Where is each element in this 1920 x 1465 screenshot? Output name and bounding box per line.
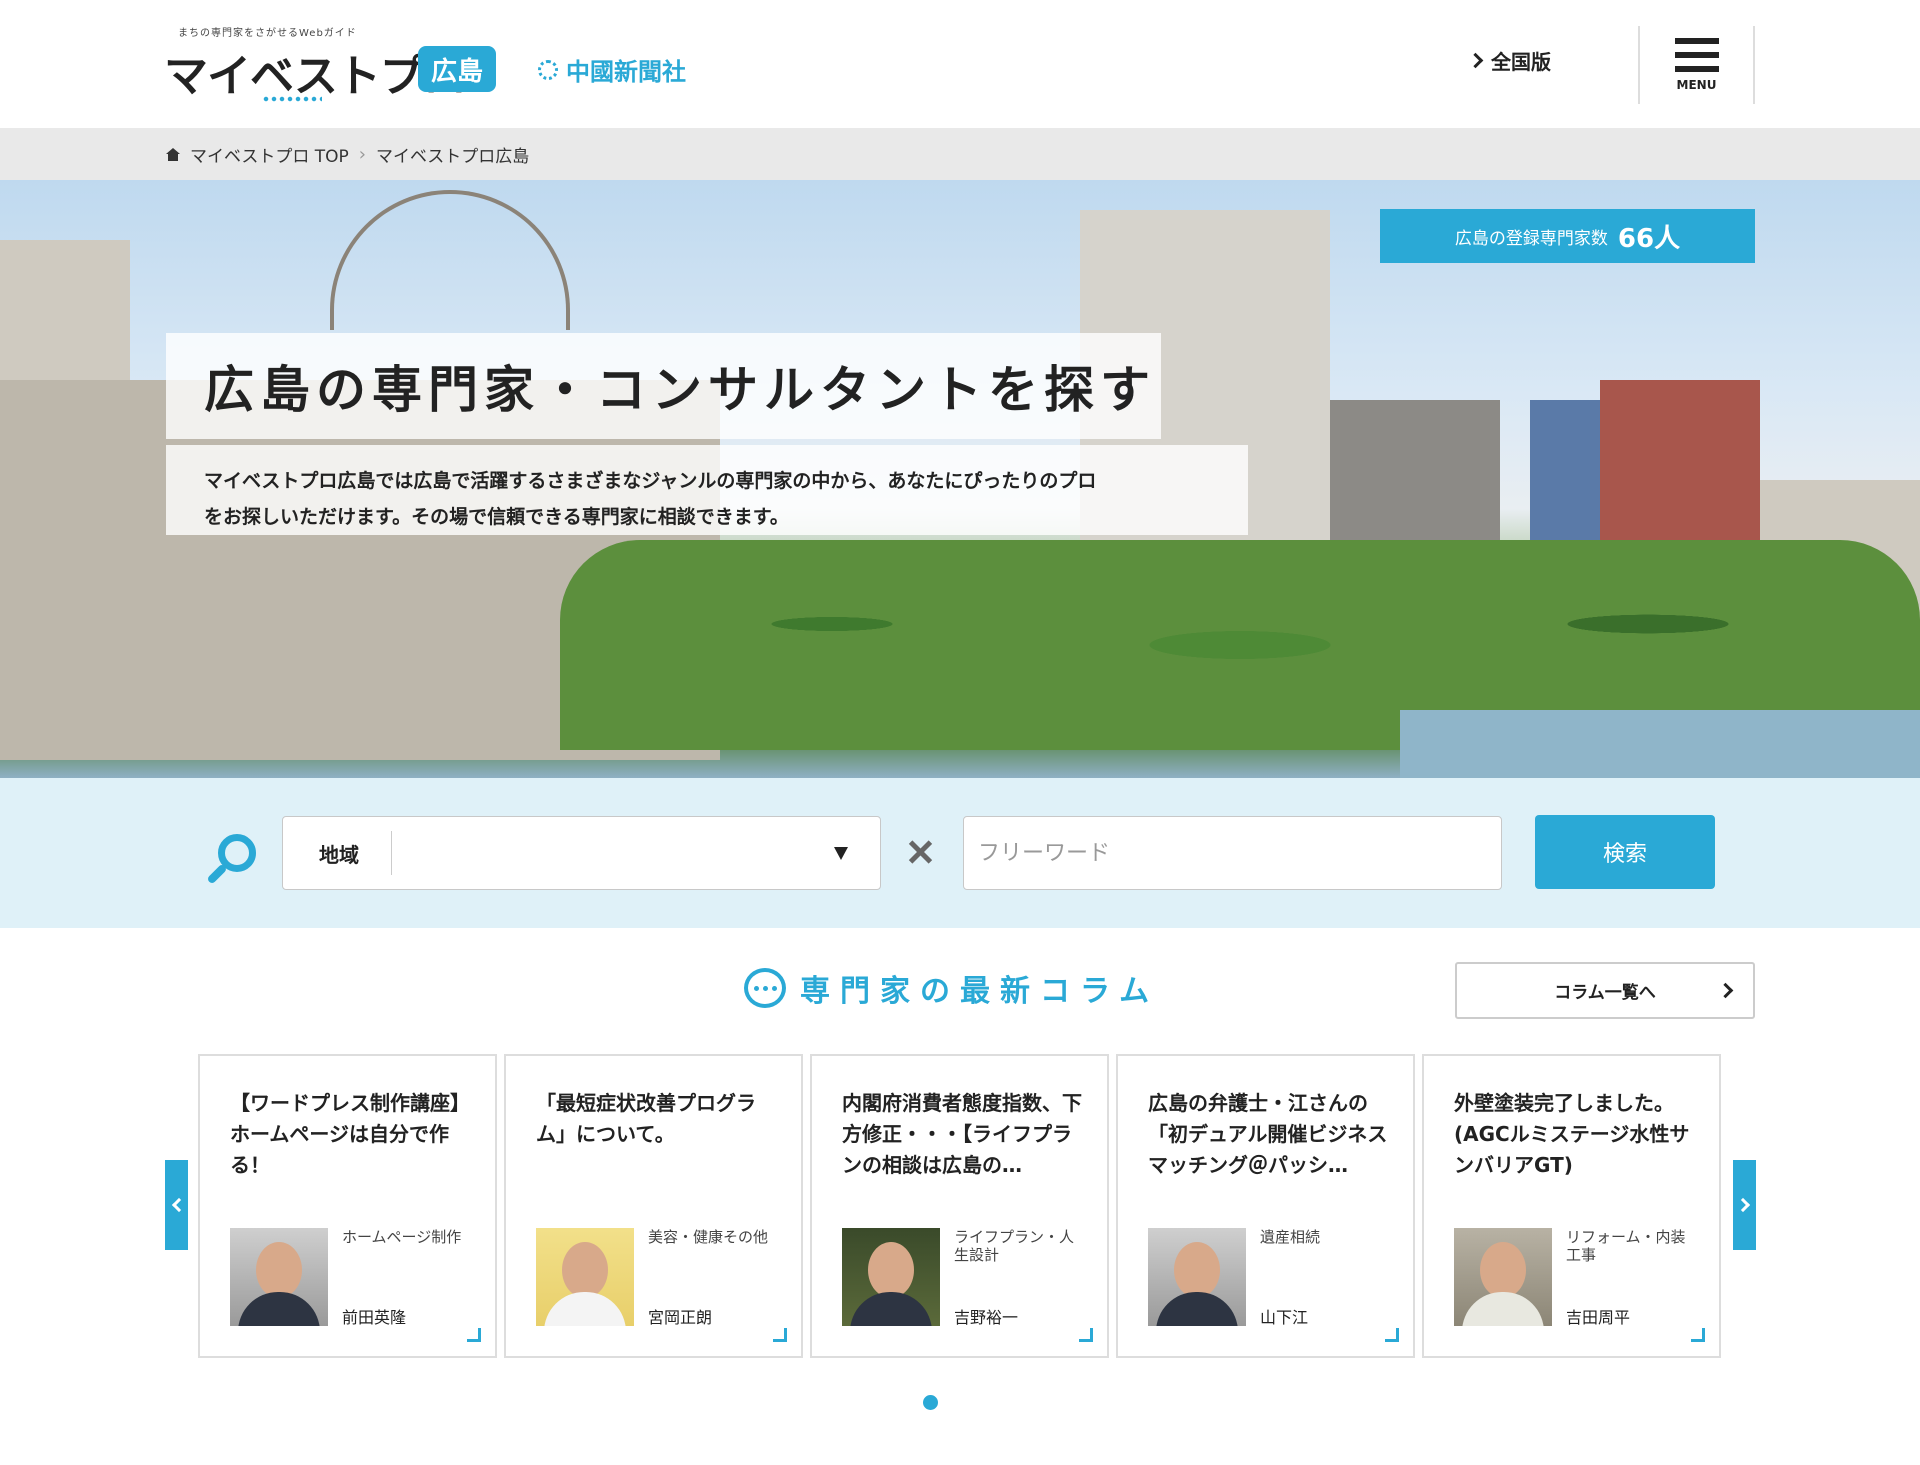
column-card-title: 【ワードプレス制作講座】ホームページは自分で作る！ <box>230 1091 470 1177</box>
region-badge[interactable]: 広島 <box>418 46 496 92</box>
partner-logo[interactable]: 中國新聞社 <box>538 52 686 87</box>
column-card[interactable]: 【ワードプレス制作講座】ホームページは自分で作る！ ホームページ制作 前田英隆 <box>198 1054 497 1358</box>
hero-background-building-3 <box>1530 400 1600 550</box>
expert-count-value: 66人 <box>1617 223 1681 254</box>
expert-photo <box>842 1228 940 1326</box>
section-title: 専門家の最新コラム <box>744 966 1159 1010</box>
column-card-title: 外壁塗装完了しました。(AGCルミステージ水性サンバリアGT) <box>1454 1091 1690 1177</box>
column-list-button[interactable]: コラム一覧へ <box>1455 962 1755 1019</box>
region-select[interactable]: 地域 <box>282 816 881 890</box>
expert-name: 山下江 <box>1260 1308 1309 1327</box>
carousel-pager-dot[interactable] <box>923 1395 938 1410</box>
expert-count-badge: 広島の登録専門家数 66人 <box>1380 209 1755 263</box>
hero-background-building-4 <box>1600 380 1760 540</box>
chat-bubble-icon <box>744 968 786 1008</box>
national-version-link[interactable]: 全国版 <box>1467 46 1551 75</box>
column-card-title: 広島の弁護士・江さんの「初デュアル開催ビジネスマッチング＠パッシ… <box>1148 1091 1388 1177</box>
column-list-button-label: コラム一覧へ <box>1554 983 1656 1003</box>
hero-description: マイベストプロ広島では広島で活躍するさまざまなジャンルの専門家の中から、あなたに… <box>166 445 1248 535</box>
hero-description-line-1: マイベストプロ広島では広島で活躍するさまざまなジャンルの専門家の中から、あなたに… <box>204 470 1097 492</box>
expert-name: 前田英隆 <box>342 1308 407 1327</box>
home-icon <box>166 147 180 161</box>
hero-banner: 広島の登録専門家数 66人 広島の専門家・コンサルタントを探す マイベストプロ広… <box>0 180 1920 778</box>
chevron-right-icon <box>1735 1197 1750 1213</box>
breadcrumb: マイベストプロ TOP › マイベストプロ広島 <box>0 128 1920 180</box>
expert-genre: ライフプラン・人生設計 <box>954 1228 1075 1264</box>
column-card[interactable]: 「最短症状改善プログラム」について。 美容・健康その他 宮岡正朗 <box>504 1054 803 1358</box>
freeword-input[interactable] <box>963 816 1502 890</box>
hero-background-river <box>1400 710 1920 778</box>
expert-name: 吉野裕一 <box>954 1308 1019 1327</box>
breadcrumb-item-top[interactable]: マイベストプロ TOP <box>190 142 349 167</box>
menu-label: MENU <box>1676 78 1717 92</box>
column-card[interactable]: 外壁塗装完了しました。(AGCルミステージ水性サンバリアGT) リフォーム・内装… <box>1422 1054 1721 1358</box>
corner-arrow-icon <box>1385 1328 1399 1342</box>
menu-button[interactable]: MENU <box>1638 26 1755 104</box>
chevron-right-icon <box>1467 52 1484 69</box>
breadcrumb-separator-icon: › <box>358 143 366 165</box>
logo-tagline: まちの専門家をさがせるWebガイド <box>178 28 357 39</box>
expert-genre: 遺産相続 <box>1260 1228 1321 1246</box>
hamburger-icon <box>1674 38 1719 72</box>
expert-count-label: 広島の登録専門家数 <box>1454 228 1608 249</box>
page-title: 広島の専門家・コンサルタントを探す <box>204 360 1156 419</box>
hero-description-line-2: をお探しいただけます。その場で信頼できる専門家に相談できます。 <box>204 506 789 528</box>
column-card-title: 「最短症状改善プログラム」について。 <box>536 1091 756 1146</box>
chevron-right-icon <box>1717 982 1734 999</box>
expert-genre: ホームページ制作 <box>342 1228 462 1246</box>
expert-photo <box>1454 1228 1552 1326</box>
cross-icon <box>906 838 934 866</box>
search-icon <box>206 834 258 886</box>
national-link-label: 全国版 <box>1491 50 1551 74</box>
expert-genre: 美容・健康その他 <box>648 1228 769 1246</box>
column-card-title: 内閣府消費者態度指数、下方修正・・・【ライフプランの相談は広島の… <box>842 1091 1082 1177</box>
column-card[interactable]: 広島の弁護士・江さんの「初デュアル開催ビジネスマッチング＠パッシ… 遺産相続 山… <box>1116 1054 1415 1358</box>
breadcrumb-item-current: マイベストプロ広島 <box>375 146 530 167</box>
partner-mark-icon <box>538 59 558 80</box>
chevron-left-icon <box>171 1197 186 1213</box>
search-button[interactable]: 検索 <box>1535 815 1715 889</box>
carousel-next-button[interactable] <box>1733 1160 1756 1250</box>
expert-photo <box>230 1228 328 1326</box>
hero-background-dome <box>330 190 570 330</box>
region-select-label: 地域 <box>283 831 392 875</box>
expert-photo <box>1148 1228 1246 1326</box>
section-title-text: 専門家の最新コラム <box>800 974 1160 1009</box>
hero-title-box: 広島の専門家・コンサルタントを探す <box>166 333 1161 439</box>
expert-genre: リフォーム・内装工事 <box>1566 1228 1686 1264</box>
expert-photo <box>536 1228 634 1326</box>
expert-name: 吉田周平 <box>1566 1308 1631 1327</box>
corner-arrow-icon <box>467 1328 481 1342</box>
corner-arrow-icon <box>773 1328 787 1342</box>
site-header: まちの専門家をさがせるWebガイド マイベストプロ 広島 中國新聞社 全国版 M… <box>0 0 1920 128</box>
logo-dots-decoration <box>262 96 322 102</box>
partner-logo-text: 中國新聞社 <box>566 58 686 86</box>
corner-arrow-icon <box>1691 1328 1705 1342</box>
corner-arrow-icon <box>1079 1328 1093 1342</box>
dropdown-arrow-icon <box>834 846 848 860</box>
carousel-prev-button[interactable] <box>165 1160 188 1250</box>
expert-name: 宮岡正朗 <box>648 1308 713 1327</box>
column-card[interactable]: 内閣府消費者態度指数、下方修正・・・【ライフプランの相談は広島の… ライフプラン… <box>810 1054 1109 1358</box>
